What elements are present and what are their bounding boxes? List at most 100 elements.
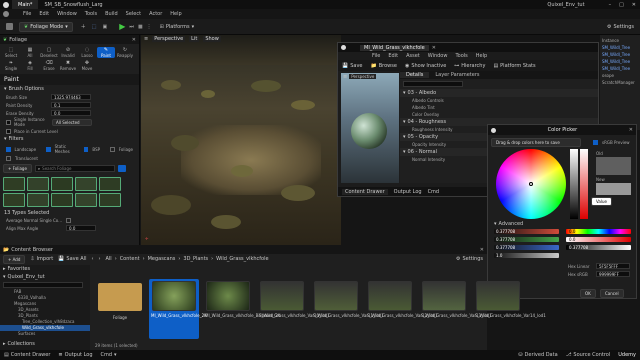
outliner-item[interactable]: Instance [602,37,638,44]
collections-header[interactable]: ▸ Collections [0,340,38,348]
tool-single[interactable]: ❧ Single [2,60,20,71]
tool-fill[interactable]: ◈ Fill [21,60,39,71]
me-save-button[interactable]: 💾 Save [342,63,363,69]
static-meshes-checkbox[interactable] [46,146,51,152]
breadcrumb-item[interactable]: All [105,256,111,262]
asset-tile[interactable]: S_Wild_Grass_vlkhcfole_Var10_lod1 [257,279,330,339]
material-editor-tab[interactable]: MI_Wild_Grass_vlkhcfole [360,44,429,51]
me-show-inactive-button[interactable]: ◉ Show Inactive [405,63,446,69]
foliage-checkbox[interactable] [110,146,115,152]
color-wheel[interactable] [496,149,566,219]
menu-file[interactable]: File [19,11,35,17]
hamburger-icon[interactable]: ≡ [144,36,148,42]
asset-tile[interactable]: MI_Wild_Grass_vlkhcfole_Billboard_2K [203,279,280,339]
favorites-header[interactable]: ▸ Favorites [0,265,90,273]
single-instance-checkbox[interactable] [6,119,11,125]
me-output-log[interactable]: Output Log [394,189,422,195]
param-row[interactable]: Albedo Tint [400,104,598,111]
settings-button[interactable]: ⚙ Settings [607,24,634,30]
ok-button[interactable]: OK [580,289,596,298]
hamburger-icon[interactable]: ≡ [343,74,347,80]
source-control-button[interactable]: ⎇ Source Control [566,352,611,358]
hsv-v[interactable]: 0.377708 [566,245,631,250]
outliner-item[interactable]: SM_Wildl_Tree [602,58,638,65]
menu-actor[interactable]: Actor [145,11,166,17]
show-button[interactable]: Show [203,36,221,42]
hsv-s[interactable]: 0.0 [566,237,631,242]
content-drawer-button[interactable]: ▤ Content Drawer [4,352,50,358]
foliage-type-9[interactable] [75,193,97,207]
param-row[interactable]: Color Overlay [400,111,598,118]
asset-tile-selected[interactable]: MI_Wild_Grass_vlkhcfole_2K [149,279,207,339]
foliage-type-8[interactable] [51,193,73,207]
platforms-dropdown[interactable]: ⊞ Platforms ▾ [160,24,194,30]
foliage-type-1[interactable] [3,177,25,191]
menu-edit[interactable]: Edit [35,11,53,17]
align-max-field[interactable]: 0.0 [66,225,96,231]
tool-lasso[interactable]: ◌ Lasso [78,47,96,58]
value-slider[interactable] [570,149,578,219]
menu-build[interactable]: Build [101,11,122,17]
me-content-drawer[interactable]: Content Drawer [342,188,388,195]
asset-tile[interactable]: S_Wild_Grass_vlkhcfole_Var11_lod1 [311,279,384,339]
close-icon[interactable]: ✕ [632,2,636,8]
play-icon[interactable]: ▶ [119,22,125,31]
tool-all[interactable]: ▦ All [21,47,39,58]
details-tab[interactable]: Details [400,72,430,78]
preview-perspective-button[interactable]: Perspective [349,74,377,79]
add-foliage-button[interactable]: + Foliage [3,164,32,173]
tab-asset[interactable]: SM_SB_Snowflush_Larg [38,0,108,9]
me-menu-asset[interactable]: Asset [402,53,424,59]
breadcrumb-item[interactable]: Megascans [148,256,176,262]
erase-density-field[interactable]: 0.0 [51,110,91,116]
tree-search[interactable] [3,282,83,288]
outliner-item[interactable]: SM_Wildl_Tree [602,65,638,72]
place-level-checkbox[interactable] [6,128,11,134]
channel-g[interactable]: 0.377708 [494,237,559,242]
foliage-type-3[interactable] [51,177,73,191]
foliage-search[interactable]: ⌕ Search Foliage [34,165,115,172]
close-icon[interactable]: ✕ [629,127,633,133]
channel-a[interactable]: 1.0 [494,253,559,258]
cancel-button[interactable]: Cancel [600,289,624,298]
tool-erase[interactable]: ⌫ Erase [40,60,58,71]
tab-main[interactable]: Main* [12,0,39,9]
me-hierarchy-button[interactable]: ⊶ Hierarchy [454,63,485,69]
perspective-button[interactable]: Perspective [152,36,186,42]
tool-invalid[interactable]: ⊘ Invalid [59,47,77,58]
bsp-checkbox[interactable] [83,146,89,152]
tool-move[interactable]: ✥ Move [78,60,96,71]
blueprint-icon[interactable]: ⬚ [92,24,97,30]
tool-remove[interactable]: ✖ Remove [59,60,77,71]
foliage-type-7[interactable] [27,193,49,207]
asset-tile[interactable]: S_Wild_Grass_vlkhcfole_Var14_lod1 [473,279,546,339]
me-menu-edit[interactable]: Edit [384,53,402,59]
derived-data-button[interactable]: ⛁ Derived Data [518,352,557,358]
color-wheel-cursor[interactable] [529,182,533,186]
level-viewport[interactable]: ≡ Perspective Lit Show ✛ [141,35,341,245]
back-icon[interactable]: ‹ [91,256,93,262]
channel-b[interactable]: 0.377708 [494,245,559,250]
me-browse-button[interactable]: 📁 Browse [371,63,397,69]
cinematics-icon[interactable]: ▣ [103,24,108,30]
next-frame-icon[interactable]: ⏭ [129,24,134,30]
channel-r[interactable]: 0.377708 [494,229,559,234]
brush-options-header[interactable]: ▾ Brush Options [0,85,139,93]
translucent-checkbox[interactable] [6,156,11,161]
project-header[interactable]: ▾ Quixel_Env_tut [0,273,90,281]
foliage-type-6[interactable] [3,193,25,207]
me-menu-help[interactable]: Help [472,53,491,59]
output-log-button[interactable]: ≣ Output Log [58,352,92,358]
cb-settings-button[interactable]: ⚙ Settings [456,256,483,262]
save-icon[interactable] [6,23,13,30]
param-row[interactable]: Albedo Controls [400,97,598,104]
hsv-h[interactable]: 0.0 [566,229,631,234]
me-platform-stats-button[interactable]: ▤ Platform Stats [493,63,535,69]
foliage-type-2[interactable] [27,177,49,191]
add-button[interactable]: + Add [3,254,26,264]
tool-paint[interactable]: ✎ Paint [97,47,115,58]
mode-dropdown[interactable]: ❦ Foliage Mode ▾ [19,21,73,32]
outliner-item[interactable]: osope [602,72,638,79]
srgb-preview-checkbox[interactable] [593,140,598,145]
brush-size-field[interactable]: 1325.974463 [51,94,91,100]
